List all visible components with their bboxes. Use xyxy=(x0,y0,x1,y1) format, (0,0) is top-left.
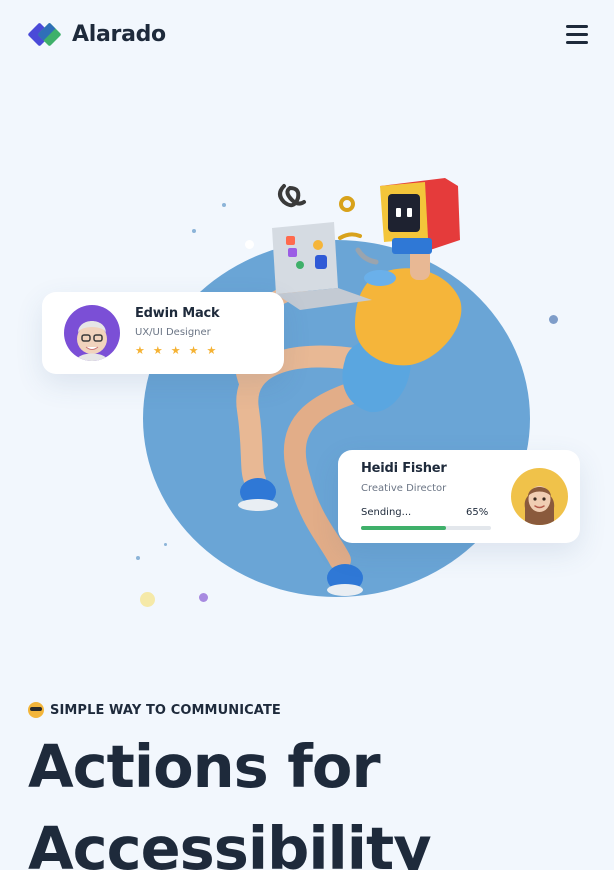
star-icon: ★ xyxy=(188,344,199,357)
star-rating: ★ ★ ★ ★ ★ xyxy=(135,345,216,357)
hero-illustration: Edwin Mack UX/UI Designer ★ ★ ★ ★ ★ Heid… xyxy=(0,150,614,630)
profile-name: Edwin Mack xyxy=(135,306,220,321)
star-icon: ★ xyxy=(135,344,145,357)
profile-role: UX/UI Designer xyxy=(135,327,211,338)
tagline: SIMPLE WAY TO COMMUNICATE xyxy=(28,701,281,719)
memoji-avatar-icon xyxy=(511,468,568,525)
star-icon: ★ xyxy=(170,344,181,357)
character-illustration xyxy=(234,178,462,596)
sending-label: Sending... xyxy=(361,507,412,518)
site-header: Alarado xyxy=(0,0,614,70)
memoji-avatar-icon xyxy=(64,305,120,361)
status-card[interactable]: Heidi Fisher Creative Director Sending..… xyxy=(338,450,580,543)
star-icon: ★ xyxy=(152,344,163,357)
progress-bar xyxy=(361,526,491,530)
progress-fill xyxy=(361,526,446,530)
status-name: Heidi Fisher xyxy=(361,461,447,476)
hamburger-menu-icon[interactable] xyxy=(566,25,588,44)
star-icon: ★ xyxy=(206,344,217,357)
progress-percent: 65% xyxy=(466,507,489,518)
status-role: Creative Director xyxy=(361,483,447,494)
page-headline: Actions for Accessibility xyxy=(28,732,432,870)
brand-logo[interactable]: Alarado xyxy=(27,21,166,47)
logo-icon xyxy=(27,21,62,47)
sunglasses-emoji-icon xyxy=(28,702,44,718)
brand-name: Alarado xyxy=(72,21,166,47)
tagline-text: SIMPLE WAY TO COMMUNICATE xyxy=(50,702,281,718)
profile-card[interactable]: Edwin Mack UX/UI Designer ★ ★ ★ ★ ★ xyxy=(42,292,284,374)
